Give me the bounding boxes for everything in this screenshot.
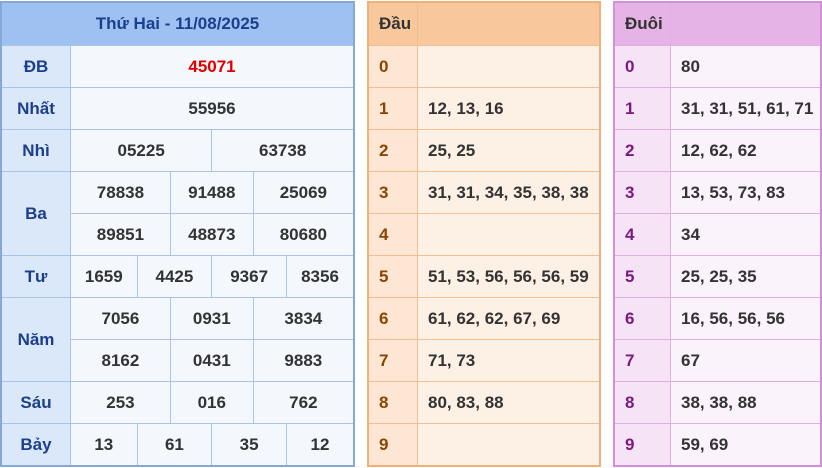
prize-value: 80680	[252, 213, 355, 256]
dau-value	[417, 423, 601, 467]
dau-key: 5	[367, 255, 418, 298]
dau-key: 6	[367, 297, 418, 340]
duoi-key: 9	[613, 423, 671, 467]
duoi-key: 0	[613, 45, 671, 88]
prize-value-db: 45071	[70, 45, 355, 88]
prize-value: 63738	[211, 129, 355, 172]
dau-value: 12, 13, 16	[417, 87, 601, 130]
dau-key: 8	[367, 381, 418, 424]
prize-value: 253	[70, 381, 171, 424]
prize-value: 762	[252, 381, 355, 424]
dau-key: 9	[367, 423, 418, 467]
prize-label-tu: Tư	[0, 255, 71, 298]
duoi-value: 38, 38, 88	[670, 381, 822, 424]
duoi-value: 59, 69	[670, 423, 822, 467]
duoi-value: 25, 25, 35	[670, 255, 822, 298]
duoi-value: 67	[670, 339, 822, 382]
prize-value: 9367	[211, 255, 287, 298]
duoi-value: 16, 56, 56, 56	[670, 297, 822, 340]
prize-label-sau: Sáu	[0, 381, 71, 424]
dau-value: 80, 83, 88	[417, 381, 601, 424]
prize-value: 35	[211, 423, 287, 467]
prize-value: 0931	[169, 297, 254, 340]
prize-value: 25069	[252, 171, 355, 214]
prize-label-bay: Bảy	[0, 423, 71, 467]
duoi-key: 7	[613, 339, 671, 382]
dau-value: 51, 53, 56, 56, 56, 59	[417, 255, 601, 298]
results-table: Thứ Hai - 11/08/2025 ĐB 45071 Nhất 55956…	[0, 1, 355, 467]
dau-value: 71, 73	[417, 339, 601, 382]
duoi-value: 12, 62, 62	[670, 129, 822, 172]
dau-table: Đầu 0 1 12, 13, 16 2 25, 25 3 31, 31, 34, 3…	[367, 1, 601, 467]
duoi-table: Đuôi 0 80 1 31, 31, 51, 61, 71 2 12, 62, 62…	[613, 1, 822, 467]
dau-value	[417, 213, 601, 256]
duoi-key: 6	[613, 297, 671, 340]
prize-label-ba: Ba	[0, 171, 71, 256]
prize-value: 05225	[69, 129, 213, 172]
prize-value: 9883	[252, 339, 355, 382]
duoi-header: Đuôi	[613, 1, 671, 46]
duoi-value: 80	[670, 45, 822, 88]
duoi-key: 3	[613, 171, 671, 214]
prize-value: 55956	[70, 87, 355, 130]
prize-value: 1659	[70, 255, 138, 298]
duoi-key: 5	[613, 255, 671, 298]
duoi-value: 31, 31, 51, 61, 71	[670, 87, 822, 130]
duoi-key: 4	[613, 213, 671, 256]
prize-label-nhi: Nhì	[0, 129, 71, 172]
duoi-value: 34	[670, 213, 822, 256]
prize-value: 89851	[70, 213, 171, 256]
dau-value: 61, 62, 62, 67, 69	[417, 297, 601, 340]
duoi-key: 1	[613, 87, 671, 130]
duoi-key: 8	[613, 381, 671, 424]
prize-value: 7056	[70, 297, 171, 340]
results-title: Thứ Hai - 11/08/2025	[0, 1, 355, 46]
prize-value: 91488	[169, 171, 254, 214]
prize-value: 016	[169, 381, 254, 424]
prize-value: 4425	[136, 255, 213, 298]
dau-value	[417, 45, 601, 88]
prize-label-nhat: Nhất	[0, 87, 71, 130]
prize-label-nam: Năm	[0, 297, 71, 382]
prize-value: 8356	[286, 255, 355, 298]
prize-value: 61	[136, 423, 213, 467]
prize-value: 8162	[70, 339, 171, 382]
duoi-value: 13, 53, 73, 83	[670, 171, 822, 214]
duoi-key: 2	[613, 129, 671, 172]
prize-value: 3834	[252, 297, 355, 340]
prize-value: 78838	[70, 171, 171, 214]
dau-value: 31, 31, 34, 35, 38, 38	[417, 171, 601, 214]
dau-key: 2	[367, 129, 418, 172]
duoi-header-blank	[670, 1, 822, 46]
dau-key: 1	[367, 87, 418, 130]
prize-value: 48873	[169, 213, 254, 256]
dau-header-blank	[417, 1, 601, 46]
prize-value: 12	[286, 423, 355, 467]
dau-key: 0	[367, 45, 418, 88]
dau-key: 3	[367, 171, 418, 214]
prize-label-db: ĐB	[0, 45, 71, 88]
dau-key: 7	[367, 339, 418, 382]
prize-value: 13	[70, 423, 138, 467]
dau-header: Đầu	[367, 1, 418, 46]
prize-value: 0431	[169, 339, 254, 382]
dau-value: 25, 25	[417, 129, 601, 172]
dau-key: 4	[367, 213, 418, 256]
